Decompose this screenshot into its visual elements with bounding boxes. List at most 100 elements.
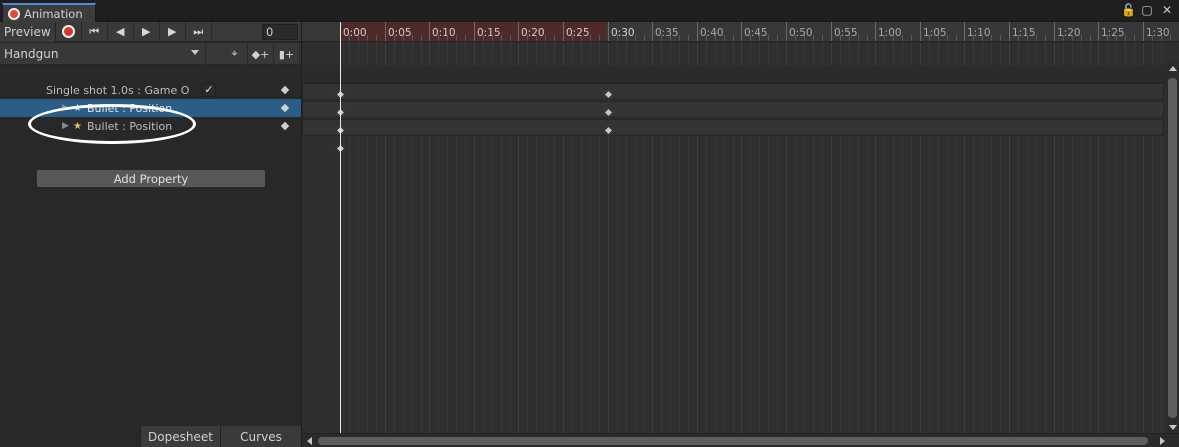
- ruler-minor-tick: [403, 35, 404, 41]
- skip-back-icon: ⏮: [89, 24, 100, 38]
- first-keyframe-button[interactable]: ⏮: [82, 21, 108, 42]
- scroll-right-icon[interactable]: [1160, 437, 1165, 445]
- ruler-minor-tick: [1000, 35, 1001, 41]
- ruler-minor-tick: [715, 35, 716, 41]
- animation-tab-label: Animation: [24, 6, 83, 21]
- ruler-minor-tick: [572, 35, 573, 41]
- ruler-minor-tick: [527, 35, 528, 41]
- ruler-minor-tick: [938, 35, 939, 41]
- clip-name: Handgun: [4, 47, 59, 61]
- ruler-time-label: 0:15: [477, 27, 501, 39]
- ruler-minor-tick: [438, 35, 439, 41]
- ruler-time-label: 0:05: [388, 27, 412, 39]
- scroll-left-icon[interactable]: [307, 437, 312, 445]
- tab-dopesheet[interactable]: Dopesheet: [140, 426, 220, 447]
- play-icon: ▶: [141, 25, 151, 38]
- horizontal-scrollbar[interactable]: [302, 433, 1179, 447]
- ruler-major-tick: [831, 22, 832, 41]
- filter-by-selection-button[interactable]: ⌖: [222, 43, 248, 65]
- timeline-panel: 0:00 0:05 0:10 0:15 0:20 0:25 0:30 0:35 0:40 0:45…: [301, 22, 1179, 447]
- ruler-major-tick: [741, 22, 742, 41]
- scroll-up-icon[interactable]: [1169, 66, 1177, 71]
- ruler-minor-tick: [1036, 35, 1037, 41]
- next-keyframe-button[interactable]: ▶︎: [160, 21, 186, 42]
- expand-arrow-icon[interactable]: ▶: [62, 121, 69, 131]
- frame-input[interactable]: 0: [262, 24, 298, 40]
- left-panel: Preview ⏮ ◀︎ ▶ ▶︎ ⏭ 0 Handgun ⌖ ◆+ ▮+ Si…: [0, 21, 301, 447]
- ruler-minor-tick: [635, 35, 636, 41]
- record-button[interactable]: [56, 21, 82, 42]
- keyframe-track: [302, 101, 1164, 118]
- preview-button[interactable]: Preview: [0, 21, 56, 42]
- ruler-major-tick: [1098, 22, 1099, 41]
- clip-dropdown[interactable]: Handgun: [0, 43, 206, 65]
- expand-arrow-icon[interactable]: ▶: [62, 103, 69, 113]
- ruler-minor-tick: [554, 35, 555, 41]
- playhead[interactable]: [340, 22, 341, 433]
- ruler-major-tick: [474, 22, 475, 41]
- ruler-minor-tick: [367, 35, 368, 41]
- ruler-minor-tick: [536, 35, 537, 41]
- skip-forward-icon: ⏭: [193, 24, 204, 38]
- add-keyframe-button[interactable]: ◆+: [248, 43, 274, 65]
- add-event-button[interactable]: ▮+: [274, 43, 300, 65]
- summary-key-diamond[interactable]: [280, 85, 290, 95]
- ruler-major-tick: [964, 22, 965, 41]
- property-row[interactable]: ▶ ★ Bullet : Position: [0, 117, 301, 135]
- ruler-minor-tick: [1090, 35, 1091, 41]
- window-controls: 🔓 ▢ ✕: [1121, 3, 1173, 17]
- last-keyframe-button[interactable]: ⏭: [186, 21, 212, 42]
- ruler-time-label: 0:00: [343, 27, 367, 39]
- close-icon[interactable]: ✕: [1161, 3, 1173, 17]
- ruler-minor-tick: [706, 35, 707, 41]
- maximize-icon[interactable]: ▢: [1141, 3, 1153, 17]
- ruler-time-label: 1:10: [967, 27, 991, 39]
- ruler-minor-tick: [822, 35, 823, 41]
- ruler-minor-tick: [1018, 35, 1019, 41]
- ruler-time-label: 1:05: [923, 27, 947, 39]
- horizontal-scroll-thumb[interactable]: [318, 437, 1148, 445]
- vertical-scroll-thumb[interactable]: [1168, 78, 1177, 418]
- ruler-minor-tick: [840, 35, 841, 41]
- ruler-minor-tick: [1045, 35, 1046, 41]
- lock-icon[interactable]: 🔓: [1121, 3, 1136, 17]
- ruler-major-tick: [697, 22, 698, 41]
- ruler-minor-tick: [599, 35, 600, 41]
- ruler-minor-tick: [813, 35, 814, 41]
- animation-tab[interactable]: Animation: [2, 3, 96, 22]
- ruler-major-tick: [563, 22, 564, 41]
- play-button[interactable]: ▶: [134, 21, 160, 42]
- scroll-down-icon[interactable]: [1169, 425, 1177, 430]
- vertical-scrollbar[interactable]: [1166, 62, 1179, 433]
- property-key-diamond[interactable]: [280, 103, 290, 113]
- ruler-minor-tick: [1107, 35, 1108, 41]
- ruler-minor-tick: [849, 35, 850, 41]
- ruler-major-tick: [920, 22, 921, 41]
- ruler-minor-tick: [956, 35, 957, 41]
- previous-keyframe-button[interactable]: ◀︎: [108, 21, 134, 42]
- clip-toolbar: Handgun ⌖ ◆+ ▮+: [0, 43, 301, 65]
- window-tab-bar: Animation 🔓 ▢ ✕: [0, 0, 1179, 22]
- ruler-major-tick: [1054, 22, 1055, 41]
- summary-row[interactable]: Single shot 1.0s : Game O ✓: [0, 81, 301, 99]
- summary-track: [302, 65, 1166, 83]
- ruler-minor-tick: [884, 35, 885, 41]
- property-key-diamond[interactable]: [280, 121, 290, 131]
- tab-curves[interactable]: Curves: [220, 426, 301, 447]
- ruler-minor-tick: [1161, 35, 1162, 41]
- ruler-major-tick: [518, 22, 519, 41]
- ruler-minor-tick: [1152, 35, 1153, 41]
- ruler-minor-tick: [501, 35, 502, 41]
- ruler-time-label: 1:00: [878, 27, 902, 39]
- view-mode-tabs: Dopesheet Curves: [0, 426, 301, 447]
- dopesheet-area[interactable]: [302, 43, 1166, 433]
- add-property-button[interactable]: Add Property: [36, 169, 266, 188]
- ruler-minor-tick: [973, 35, 974, 41]
- ruler-time-label: 0:45: [744, 27, 768, 39]
- crosshair-icon: ⌖: [231, 47, 238, 60]
- ruler-minor-tick: [867, 35, 868, 41]
- ruler-minor-tick: [447, 35, 448, 41]
- summary-checkbox[interactable]: ✓: [202, 83, 216, 97]
- time-ruler[interactable]: 0:00 0:05 0:10 0:15 0:20 0:25 0:30 0:35 0:40 0:45…: [302, 22, 1179, 42]
- property-row[interactable]: ▶ ★ Bullet : Position: [0, 99, 301, 117]
